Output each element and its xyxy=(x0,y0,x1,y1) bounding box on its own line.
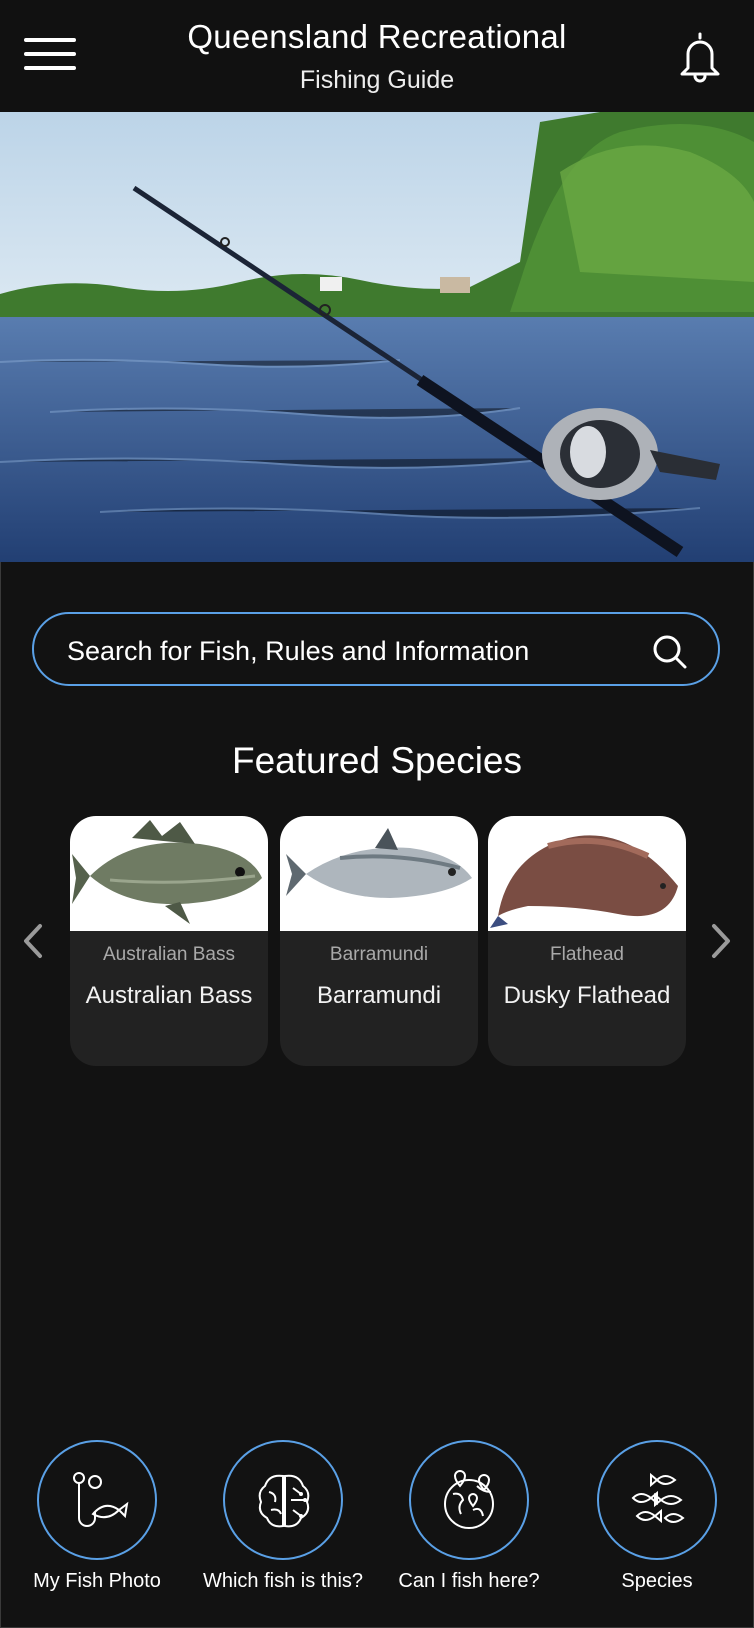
barramundi-image xyxy=(280,816,478,931)
globe-pins-icon xyxy=(444,1470,494,1529)
fish-hook-icon xyxy=(73,1472,129,1527)
app-header: Queensland Recreational Fishing Guide xyxy=(0,0,754,112)
nav-circle xyxy=(37,1440,157,1560)
fish-school-icon xyxy=(631,1472,685,1524)
chevron-right-icon[interactable] xyxy=(706,920,736,962)
nav-label: Species xyxy=(621,1570,693,1592)
search-icon[interactable] xyxy=(652,634,688,670)
search-input[interactable]: Search for Fish, Rules and Information xyxy=(32,612,720,686)
card-category: Barramundi xyxy=(329,944,429,965)
australian-bass-image xyxy=(70,816,268,931)
nav-circle xyxy=(223,1440,343,1560)
nav-my-fish-photo[interactable]: My Fish Photo xyxy=(12,1440,182,1600)
nav-circle xyxy=(597,1440,717,1560)
card-name: Barramundi xyxy=(316,982,442,1009)
nav-species[interactable]: Species xyxy=(572,1440,742,1600)
nav-label: Can I fish here? xyxy=(398,1570,540,1592)
nav-which-fish[interactable]: Which fish is this? xyxy=(198,1440,368,1600)
nav-label: My Fish Photo xyxy=(33,1570,161,1592)
nav-circle xyxy=(409,1440,529,1560)
app-subtitle: Fishing Guide xyxy=(299,66,455,94)
hero-image xyxy=(0,112,754,562)
nav-label: Which fish is this? xyxy=(202,1570,364,1592)
chevron-left-icon[interactable] xyxy=(18,920,48,962)
species-card[interactable]: Barramundi Barramundi xyxy=(280,816,478,1066)
search-placeholder: Search for Fish, Rules and Information xyxy=(67,636,530,666)
species-card[interactable]: Flathead Dusky Flathead xyxy=(488,816,686,1066)
dusky-flathead-image xyxy=(488,816,686,931)
bell-icon[interactable] xyxy=(676,30,724,84)
card-name: Australian Bass xyxy=(85,982,253,1009)
nav-can-i-fish-here[interactable]: Can I fish here? xyxy=(384,1440,554,1600)
featured-species-heading: Featured Species xyxy=(231,740,522,781)
species-card[interactable]: Australian Bass Australian Bass xyxy=(70,816,268,1066)
card-category: Australian Bass xyxy=(102,944,235,965)
app-title: Queensland Recreational xyxy=(187,18,567,55)
card-name: Dusky Flathead xyxy=(503,982,671,1009)
card-category: Flathead xyxy=(550,944,624,965)
brain-icon xyxy=(258,1474,310,1528)
